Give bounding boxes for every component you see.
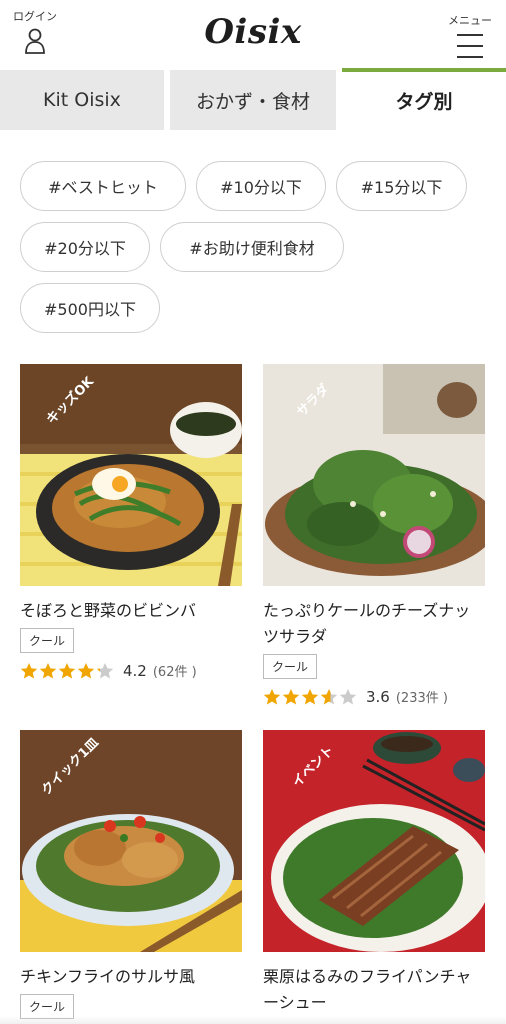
chashu-image: [263, 730, 485, 952]
star-icon: [263, 688, 281, 704]
product-card[interactable]: キッズOK そぼろと野菜のビビンバ クール 4.2 (62件 ): [20, 364, 242, 680]
header: ログイン Oisix メニュー: [0, 0, 506, 68]
tag-chip[interactable]: #15分以下: [336, 161, 467, 211]
tag-chip[interactable]: #ベストヒット: [20, 161, 186, 211]
chicken-salsa-image: [20, 730, 242, 952]
star-icon: [301, 688, 319, 704]
product-title[interactable]: たっぷりケールのチーズナッツサラダ: [263, 598, 485, 650]
product-title[interactable]: 栗原はるみのフライパンチャーシュー: [263, 964, 485, 1016]
star-icon: [20, 662, 38, 678]
star-icon: [39, 662, 57, 678]
menu-label: メニュー: [448, 14, 492, 27]
category-tabs: Kit Oisix おかず・食材 タグ別: [0, 68, 506, 130]
bottom-shadow: [0, 1016, 506, 1024]
star-icon: [77, 662, 95, 678]
bibimbap-image: [20, 364, 242, 586]
rating-value: 4.2: [123, 661, 147, 680]
star-rating: [263, 688, 358, 706]
product-photo[interactable]: キッズOK: [20, 364, 242, 586]
cool-badge: クール: [20, 628, 75, 653]
star-icon: [320, 688, 338, 704]
cool-badge: クール: [263, 654, 318, 679]
product-photo[interactable]: サラダ: [263, 364, 485, 586]
product-title[interactable]: そぼろと野菜のビビンバ: [20, 598, 242, 624]
tag-chip[interactable]: #20分以下: [20, 222, 150, 272]
star-rating: [20, 662, 115, 680]
hamburger-icon: [457, 34, 483, 58]
tag-chip[interactable]: #お助け便利食材: [160, 222, 344, 272]
product-photo[interactable]: クイック1皿: [20, 730, 242, 952]
tab-kit-oisix[interactable]: Kit Oisix: [0, 70, 164, 130]
product-title[interactable]: チキンフライのサルサ風: [20, 964, 242, 990]
rating-value: 3.6: [366, 687, 390, 706]
product-photo[interactable]: イベント: [263, 730, 485, 952]
product-card[interactable]: クイック1皿 チキンフライのサルサ風 クール: [20, 730, 242, 1019]
star-icon: [282, 688, 300, 704]
review-count[interactable]: (233件 ): [396, 687, 448, 706]
star-icon: [339, 688, 357, 704]
product-rating: 4.2 (62件 ): [20, 661, 242, 680]
tab-okazu-shokuzai[interactable]: おかず・食材: [170, 70, 336, 130]
menu-button[interactable]: メニュー: [444, 12, 496, 67]
review-count[interactable]: (62件 ): [153, 661, 197, 680]
tab-tag-betsu[interactable]: タグ別: [342, 68, 506, 130]
star-icon: [58, 662, 76, 678]
oisix-logo[interactable]: Oisix: [0, 12, 506, 52]
product-card[interactable]: サラダ たっぷりケールのチーズナッツサラダ クール 3.6 (233件 ): [263, 364, 485, 706]
tag-chip[interactable]: #10分以下: [196, 161, 326, 211]
kale-salad-image: [263, 364, 485, 586]
product-rating: 3.6 (233件 ): [263, 687, 485, 706]
tag-chip[interactable]: #500円以下: [20, 283, 160, 333]
product-card[interactable]: イベント 栗原はるみのフライパンチャーシュー: [263, 730, 485, 1016]
star-icon: [96, 662, 114, 678]
